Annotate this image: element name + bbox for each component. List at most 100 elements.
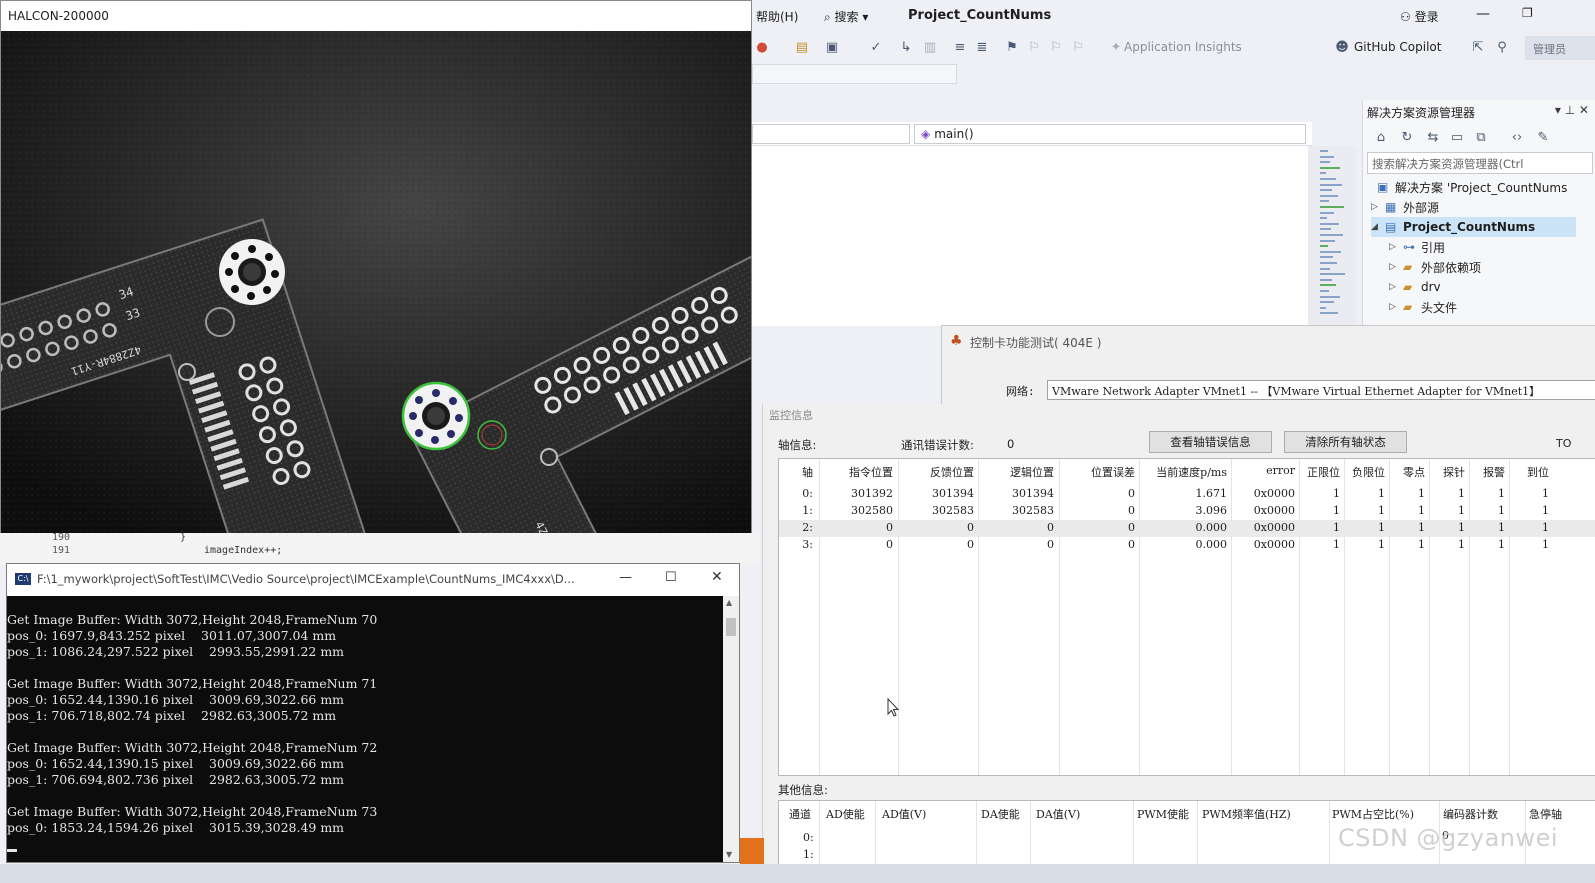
axis-cell: 0x0000 bbox=[1253, 521, 1295, 534]
clear-bookmark-icon[interactable]: ⚐ bbox=[1070, 40, 1086, 56]
comment-icon[interactable]: ≡ bbox=[952, 40, 968, 56]
close-icon[interactable]: ✕ bbox=[711, 569, 723, 585]
minimize-icon[interactable]: — bbox=[1476, 6, 1490, 22]
axis-col-header: 探针 bbox=[1443, 466, 1465, 479]
vs-toolbar: ● ▤ ▣ ✓ ↳ ▥ ≡ ≣ ⚑ ⚐ ⚐ ⚐ ✦ Application In… bbox=[752, 32, 1595, 64]
view-axis-errors-button[interactable]: 查看轴错误信息 bbox=[1149, 431, 1272, 453]
expand-icon[interactable]: ▷ bbox=[1371, 202, 1385, 212]
share-icon[interactable]: ⇱ bbox=[1470, 40, 1486, 56]
code-view-icon[interactable]: ‹› bbox=[1509, 130, 1525, 146]
save-icon[interactable]: ▣ bbox=[824, 40, 840, 56]
menu-help[interactable]: 帮助(H) bbox=[756, 8, 798, 25]
tree-item-project[interactable]: ◢ ▤ Project_CountNums bbox=[1371, 217, 1576, 237]
bookmark-icon[interactable]: ⚑ bbox=[1004, 40, 1020, 56]
app-icon: ♣ bbox=[950, 333, 963, 349]
scope-combo[interactable] bbox=[752, 124, 910, 144]
axis-row-0[interactable]: 0: 301392 301394 301394 0 1.671 0x0000 1… bbox=[779, 486, 1595, 503]
maximize-icon[interactable]: ☐ bbox=[665, 570, 677, 585]
hot-reload-icon[interactable]: ● bbox=[754, 40, 770, 56]
solution-search-input[interactable]: 搜索解决方案资源管理器(Ctrl bbox=[1367, 152, 1593, 174]
minimap-line bbox=[1320, 250, 1341, 253]
folder-icon[interactable]: ▤ bbox=[794, 40, 810, 56]
external-source-icon: ▦ bbox=[1385, 200, 1397, 214]
axis-row-2[interactable]: 2: 0 0 0 0 0.000 0x0000 1 1 1 1 1 1 bbox=[779, 520, 1595, 537]
axis-cell: 1 bbox=[1333, 521, 1340, 534]
clear-axis-status-button[interactable]: 清除所有轴状态 bbox=[1284, 431, 1407, 453]
menu-search[interactable]: ⌕ 搜索 ▾ bbox=[824, 8, 868, 25]
axis-col-header: 当前速度p/ms bbox=[1156, 466, 1227, 479]
expand-icon[interactable]: ▷ bbox=[1389, 242, 1403, 252]
tree-item-solution[interactable]: ▣ 解决方案 'Project_CountNums bbox=[1377, 177, 1567, 197]
minimap-line bbox=[1320, 217, 1327, 220]
network-select[interactable]: VMware Network Adapter VMnet1 -- 【VMware… bbox=[1047, 380, 1595, 400]
axis-cell: 1 bbox=[1458, 487, 1465, 500]
tree-item-label: 外部源 bbox=[1403, 200, 1440, 215]
history-icon[interactable]: ↻ bbox=[1399, 130, 1415, 146]
console-scrollbar[interactable]: ▲ ▼ bbox=[723, 596, 739, 862]
tree-item-external-deps[interactable]: ▷ ▰ 外部依赖项 bbox=[1389, 257, 1481, 277]
config-combo[interactable] bbox=[752, 64, 957, 84]
axis-status-table[interactable]: 轴 指令位置 反馈位置 逻辑位置 位置误差 当前速度p/ms error 正限位… bbox=[778, 458, 1595, 776]
scroll-down-icon[interactable]: ▼ bbox=[726, 850, 732, 859]
halcon-titlebar[interactable]: HALCON-200000 bbox=[1, 1, 751, 31]
axis-row-1[interactable]: 1: 302580 302583 302583 0 3.096 0x0000 1… bbox=[779, 503, 1595, 520]
pane-controls-icon[interactable]: ▾ ⊥ ✕ bbox=[1555, 103, 1589, 117]
restore-icon[interactable]: ❐ bbox=[1522, 6, 1533, 20]
expand-icon[interactable]: ▷ bbox=[1389, 262, 1403, 272]
spellcheck-icon[interactable]: ✓ bbox=[868, 40, 884, 56]
axis-row-3[interactable]: 3: 0 0 0 0 0.000 0x0000 1 1 1 1 1 1 bbox=[779, 537, 1595, 554]
next-bookmark-icon[interactable]: ⚐ bbox=[1048, 40, 1064, 56]
axis-cell: 1 bbox=[1418, 521, 1425, 534]
folder-icon: ▰ bbox=[1403, 300, 1413, 314]
home-icon[interactable]: ⌂ bbox=[1373, 130, 1389, 146]
bulb-icon[interactable]: ✦ bbox=[1108, 40, 1124, 56]
tree-item-external-sources[interactable]: ▷ ▦ 外部源 bbox=[1371, 197, 1439, 217]
menu-search-label: 搜索 bbox=[834, 10, 859, 24]
tree-item-references[interactable]: ▷ ⊶ 引用 bbox=[1389, 237, 1445, 257]
code-editor[interactable] bbox=[752, 146, 1308, 326]
axis-cell: 1 bbox=[1333, 487, 1340, 500]
app-insights-button[interactable]: Application Insights bbox=[1124, 40, 1242, 54]
show-all-icon[interactable]: ⧉ bbox=[1473, 130, 1489, 146]
axis-cell: 0.000 bbox=[1195, 521, 1228, 534]
minimize-icon[interactable]: — bbox=[619, 570, 632, 585]
axis-cell: 0x0000 bbox=[1253, 487, 1295, 500]
scroll-up-icon[interactable]: ▲ bbox=[726, 598, 732, 607]
console-title: F:\1_mywork\project\SoftTest\IMC\Vedio S… bbox=[37, 572, 575, 586]
axis-cell: 0 bbox=[1047, 538, 1054, 551]
scrollbar-thumb[interactable] bbox=[726, 618, 736, 636]
outdent-icon[interactable]: ▥ bbox=[922, 40, 938, 56]
expand-icon[interactable]: ▷ bbox=[1389, 282, 1403, 292]
axis-cell: 0 bbox=[1047, 521, 1054, 534]
collapse-icon[interactable]: ▭ bbox=[1449, 130, 1465, 146]
indent-icon[interactable]: ↳ bbox=[898, 40, 914, 56]
axis-cell: 1 bbox=[1458, 521, 1465, 534]
console-line: Get Image Buffer: Width 3072,Height 2048… bbox=[7, 676, 378, 691]
mounting-hole-right bbox=[401, 381, 471, 451]
code-minimap[interactable] bbox=[1320, 150, 1350, 320]
properties-icon[interactable]: ✎ bbox=[1535, 130, 1551, 146]
other-col-header: AD使能 bbox=[826, 808, 865, 821]
uncomment-icon[interactable]: ≣ bbox=[974, 40, 990, 56]
copilot-button[interactable]: GitHub Copilot bbox=[1354, 40, 1441, 54]
feedback-icon[interactable]: ⚲ bbox=[1494, 40, 1510, 56]
console-titlebar[interactable]: C:\ F:\1_mywork\project\SoftTest\IMC\Ved… bbox=[7, 564, 739, 595]
camera-image-view[interactable]: 4Z2884R-Y11 34 33 4Z2884R-Y1 E3 bbox=[1, 31, 751, 533]
collapse-icon[interactable]: ◢ bbox=[1371, 222, 1385, 232]
admin-badge: 管理员 bbox=[1525, 36, 1595, 60]
function-combo[interactable]: ◈ main() bbox=[914, 124, 1306, 144]
expand-icon[interactable]: ▷ bbox=[1389, 302, 1403, 312]
tree-item-headers[interactable]: ▷ ▰ 头文件 bbox=[1389, 297, 1457, 317]
tree-item-drv[interactable]: ▷ ▰ drv bbox=[1389, 277, 1441, 297]
sync-icon[interactable]: ⇆ bbox=[1425, 130, 1441, 146]
login-button[interactable]: ⚇ 登录 bbox=[1400, 8, 1439, 25]
axis-cell: 0.000 bbox=[1195, 538, 1228, 551]
axis-cell: 1: bbox=[802, 504, 813, 517]
axis-cell: 0x0000 bbox=[1253, 538, 1295, 551]
tree-item-label: 解决方案 'Project_CountNums bbox=[1395, 180, 1568, 195]
axis-cell: 1 bbox=[1498, 487, 1505, 500]
console-output[interactable]: Get Image Buffer: Width 3072,Height 2048… bbox=[7, 596, 723, 862]
axis-col-header: 位置误差 bbox=[1091, 466, 1135, 479]
console-icon: C:\ bbox=[15, 573, 31, 585]
prev-bookmark-icon[interactable]: ⚐ bbox=[1026, 40, 1042, 56]
